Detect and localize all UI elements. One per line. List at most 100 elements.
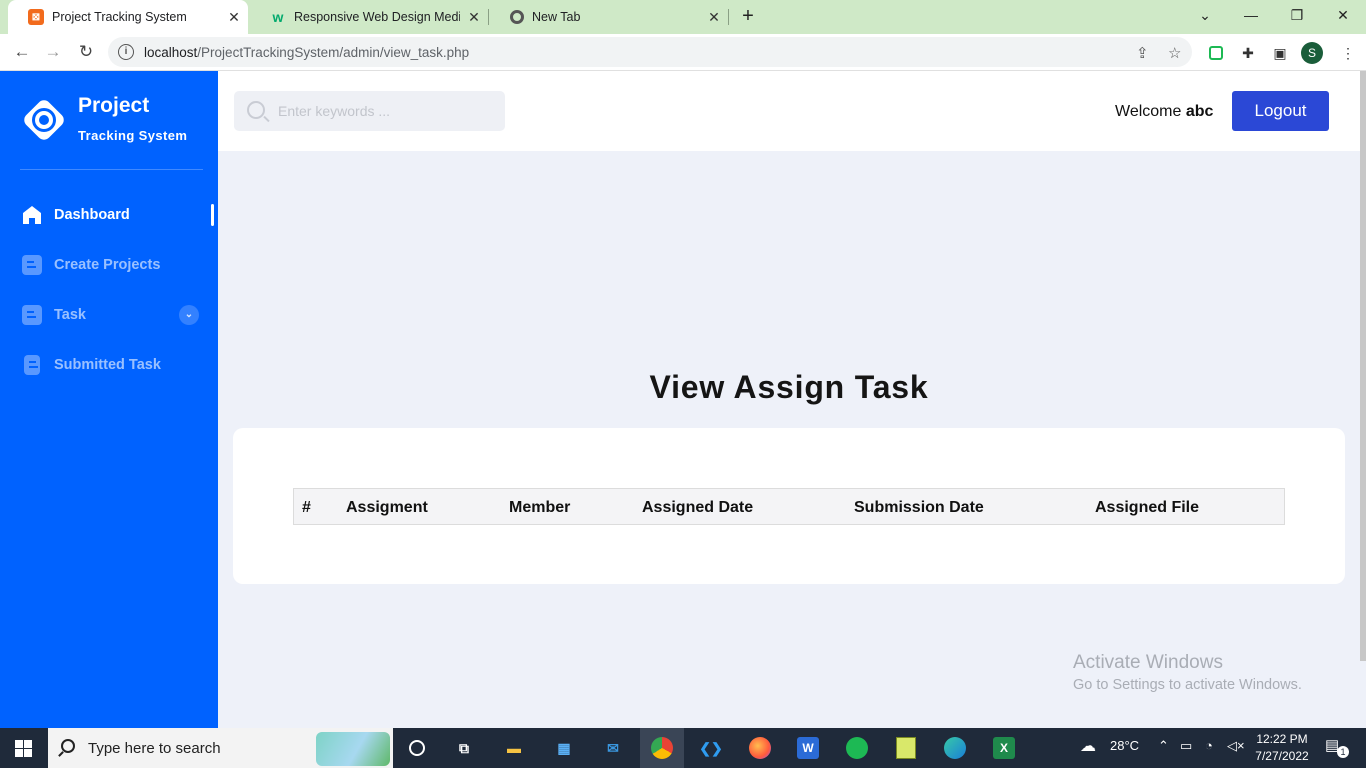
sidebar-item-label: Submitted Task [54, 357, 161, 373]
wifi-icon[interactable]: ◔ [1205, 738, 1213, 753]
battery-icon[interactable]: ▭ [1180, 738, 1192, 754]
tab-project-tracking[interactable]: ⊠ Project Tracking System ✕ [8, 0, 248, 34]
minimize-icon[interactable]: — [1228, 0, 1274, 30]
brand-subtitle: Tracking System [78, 128, 188, 143]
taskbar-search[interactable]: Type here to search [48, 728, 393, 768]
top-header: Welcome abc Logout [218, 71, 1360, 151]
bookmark-star-icon[interactable]: ☆ [1168, 44, 1181, 62]
back-icon[interactable]: ← [9, 39, 35, 65]
weather-icon[interactable]: ☁ [1080, 736, 1096, 756]
browser-tab-bar: ⊠ Project Tracking System ✕ w Responsive… [0, 0, 1366, 34]
page-title: View Assign Task [649, 369, 929, 405]
side-panel-icon[interactable]: ▣ [1270, 43, 1290, 63]
word-icon[interactable]: W [794, 734, 822, 762]
window-close-icon[interactable]: ✕ [1320, 0, 1366, 30]
url-text: localhost/ProjectTrackingSystem/admin/vi… [144, 44, 470, 60]
sidebar-item-label: Create Projects [54, 257, 161, 273]
windows-start-icon[interactable] [15, 740, 32, 757]
sidebar-item-create-projects[interactable]: Create Projects [0, 245, 218, 285]
profile-avatar[interactable]: S [1301, 42, 1323, 64]
notification-badge: 1 [1337, 746, 1349, 758]
clock-time: 12:22 PM [1256, 732, 1308, 746]
welcome-message: Welcome abc [1115, 103, 1213, 121]
share-icon[interactable]: ⇪ [1136, 44, 1149, 62]
activate-windows-title: Activate Windows [1073, 652, 1223, 673]
column-header-assignment: Assigment [346, 499, 428, 516]
brand-title: Project [78, 94, 150, 117]
new-tab-button[interactable]: + [736, 4, 760, 28]
sidebar-divider [20, 169, 203, 170]
task-table-header: # Assigment Member Assigned Date Submiss… [293, 488, 1285, 525]
vscode-icon[interactable]: ❮❯ [697, 734, 725, 762]
search-icon [247, 101, 265, 119]
tab-divider [488, 9, 489, 25]
chrome-icon [510, 10, 524, 24]
windows-taskbar: Type here to search ⧉ ▬ ▦ ✉ ❮❯ W X ☁ 28°… [0, 728, 1366, 768]
file-explorer-icon[interactable]: ▬ [500, 734, 528, 762]
sidebar-item-task[interactable]: Task ⌄ [0, 295, 218, 335]
search-input[interactable] [278, 99, 493, 123]
column-header-assigned-date: Assigned Date [642, 499, 754, 516]
tab-title: New Tab [532, 10, 581, 24]
sidebar: Project Tracking System Dashboard Create… [0, 71, 218, 728]
browser-toolbar: ← → ↻ i localhost/ProjectTrackingSystem/… [0, 34, 1366, 71]
chevron-down-icon[interactable]: ⌄ [179, 305, 199, 325]
mail-icon[interactable]: ✉ [599, 734, 627, 762]
sidebar-item-dashboard[interactable]: Dashboard [0, 195, 218, 235]
tab-responsive-web-design[interactable]: w Responsive Web Design Media C ✕ [250, 0, 488, 34]
search-box [234, 91, 505, 131]
microsoft-store-icon[interactable]: ▦ [550, 734, 578, 762]
sidebar-item-label: Task [54, 307, 86, 323]
search-highlight-image [316, 732, 390, 766]
extension-icon[interactable] [1206, 43, 1226, 63]
tab-divider [728, 9, 729, 25]
close-icon[interactable]: ✕ [460, 9, 488, 26]
logo-icon [20, 96, 68, 144]
logout-button[interactable]: Logout [1232, 91, 1329, 131]
welcome-label: Welcome [1115, 103, 1182, 120]
address-bar[interactable]: i localhost/ProjectTrackingSystem/admin/… [108, 37, 1192, 67]
excel-icon[interactable]: X [990, 734, 1018, 762]
cortana-icon[interactable] [403, 734, 431, 762]
clock-date: 7/27/2022 [1255, 749, 1309, 763]
column-header-submission-date: Submission Date [854, 499, 984, 516]
menu-kebab-icon[interactable]: ⋮ [1338, 43, 1358, 63]
page-scrollbar[interactable] [1360, 71, 1366, 661]
home-icon [23, 206, 41, 224]
reload-icon[interactable]: ↻ [73, 39, 99, 65]
sheet-app-icon[interactable] [892, 734, 920, 762]
sidebar-item-submitted-task[interactable]: Submitted Task [0, 345, 218, 385]
column-header-assigned-file: Assigned File [1095, 499, 1200, 516]
close-icon[interactable]: ✕ [700, 9, 728, 26]
chrome-taskbar-icon[interactable] [648, 734, 676, 762]
close-icon[interactable]: ✕ [220, 9, 248, 26]
volume-icon[interactable]: ◁× [1227, 738, 1245, 754]
w3schools-icon: w [272, 9, 284, 25]
tab-search-icon[interactable]: ⌄ [1182, 0, 1228, 30]
forward-icon[interactable]: → [40, 39, 66, 65]
column-header-member: Member [509, 499, 571, 516]
task-view-icon[interactable]: ⧉ [450, 734, 478, 762]
show-hidden-icons-icon[interactable]: ⌃ [1158, 738, 1169, 754]
system-clock[interactable]: 12:22 PM 7/27/2022 [1250, 731, 1314, 765]
weather-temperature[interactable]: 28°C [1110, 738, 1139, 753]
page-viewport: Project Tracking System Dashboard Create… [0, 71, 1366, 728]
site-info-icon[interactable]: i [118, 44, 134, 60]
tab-new-tab[interactable]: New Tab ✕ [490, 0, 728, 34]
tab-title: Responsive Web Design Media C [294, 10, 460, 24]
column-header-number: # [302, 499, 311, 516]
active-indicator [211, 204, 214, 226]
restore-icon[interactable]: ❐ [1274, 0, 1320, 30]
firefox-icon[interactable] [746, 734, 774, 762]
search-icon [61, 739, 75, 753]
spotify-icon[interactable] [843, 734, 871, 762]
task-table-card: # Assigment Member Assigned Date Submiss… [233, 428, 1345, 584]
xampp-icon: ⊠ [28, 9, 44, 25]
edge-icon[interactable] [941, 734, 969, 762]
sidebar-item-label: Dashboard [54, 207, 130, 223]
file-icon [24, 355, 40, 375]
puzzle-icon[interactable]: ✚ [1238, 43, 1258, 63]
taskbar-search-placeholder: Type here to search [88, 740, 221, 757]
username: abc [1185, 103, 1214, 120]
activate-windows-subtitle: Go to Settings to activate Windows. [1073, 677, 1302, 693]
